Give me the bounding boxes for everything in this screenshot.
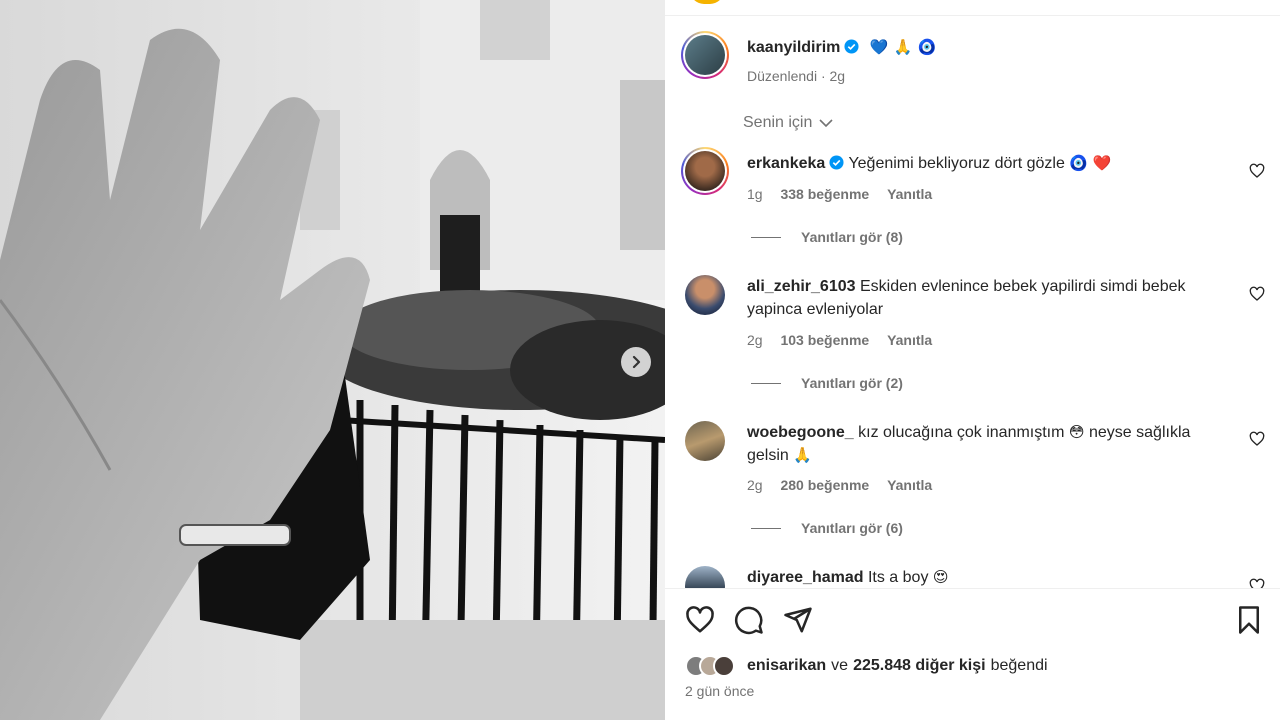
edited-label: Düzenlendi · 2g — [747, 68, 846, 84]
verified-badge-icon — [829, 155, 844, 170]
comment-emojis: 🧿 ❤️ — [1069, 154, 1112, 172]
comment-likes[interactable]: 338 beğenme — [780, 186, 869, 202]
author-avatar[interactable] — [681, 31, 729, 79]
comments-filter-dropdown[interactable]: Senin için — [743, 114, 834, 132]
comment-likes[interactable]: 103 beğenme — [780, 332, 869, 348]
comment-time: 2g — [747, 477, 763, 493]
comment-likes[interactable]: 280 beğenme — [780, 477, 869, 493]
post-timestamp[interactable]: 2 gün önce — [685, 683, 754, 699]
comment-text: kız olucağına çok inanmıştım — [858, 424, 1065, 441]
view-replies-label: Yanıtları gör (6) — [801, 520, 903, 536]
view-replies-button[interactable]: Yanıtları gör (6) — [751, 520, 903, 536]
comment-username[interactable]: ali_zehir_6103 — [747, 278, 856, 295]
verified-badge-icon — [844, 39, 859, 54]
comment-time: 2g — [747, 332, 763, 348]
likes-connector: ve — [831, 657, 849, 674]
heart-icon[interactable] — [1249, 431, 1265, 447]
comment-stats: 1g 338 beğenme Yanıtla — [747, 186, 946, 202]
reply-button[interactable]: Yanıtla — [887, 186, 932, 202]
comments-filter-label: Senin için — [743, 114, 813, 131]
next-photo-button[interactable] — [621, 347, 651, 377]
author-username[interactable]: kaanyildirim 💙 🙏 🧿 — [747, 38, 936, 57]
likes-count[interactable]: 225.848 diğer kişi — [853, 657, 986, 675]
heart-icon[interactable] — [1249, 286, 1265, 302]
author-username-text[interactable]: kaanyildirim — [747, 39, 840, 56]
comment-partial: diyaree_hamad Its a boy 😍 — [665, 560, 1280, 588]
comment-body: woebegoone_ kız olucağına çok inanmıştım… — [747, 421, 1227, 467]
actions-divider — [665, 588, 1280, 589]
comment-stats: 2g 103 beğenme Yanıtla — [747, 332, 946, 348]
replies-divider-line — [751, 527, 781, 529]
comment-body: erkankeka Yeğenimi bekliyoruz dört gözle… — [747, 152, 1227, 175]
likes-summary: enisarikan ve 225.848 diğer kişi beğendi — [685, 655, 1048, 677]
view-replies-label: Yanıtları gör (2) — [801, 375, 903, 391]
comment-emojis: 😍 — [932, 568, 949, 586]
comment-username[interactable]: diyaree_hamad — [747, 569, 864, 586]
chevron-down-icon — [819, 119, 833, 128]
comment-username[interactable]: woebegoone_ — [747, 424, 854, 441]
replies-divider-line — [751, 236, 781, 238]
reply-button[interactable]: Yanıtla — [887, 477, 932, 493]
bookmark-icon[interactable] — [1234, 605, 1264, 635]
heart-icon[interactable] — [1249, 578, 1265, 588]
top-divider — [665, 15, 1280, 16]
post-photo[interactable] — [0, 0, 665, 720]
comment-emojis: 😳 — [1068, 423, 1085, 441]
view-replies-label: Yanıtları gör (8) — [801, 229, 903, 245]
comment-avatar[interactable] — [681, 147, 729, 195]
liker-username[interactable]: enisarikan — [747, 657, 826, 675]
heart-icon[interactable] — [685, 605, 715, 635]
comment-time: 1g — [747, 186, 763, 202]
replies-divider-line — [751, 382, 781, 384]
liker-avatar — [713, 655, 735, 677]
heart-icon[interactable] — [1249, 163, 1265, 179]
liker-avatars[interactable] — [685, 655, 735, 677]
comment-avatar[interactable] — [685, 566, 725, 588]
comment-emojis-continued: 🙏 — [793, 446, 812, 464]
comment-stats: 2g 280 beğenme Yanıtla — [747, 477, 946, 493]
chevron-right-icon — [632, 355, 641, 369]
author-emojis: 💙 🙏 🧿 — [869, 38, 937, 56]
comment-body: diyaree_hamad Its a boy 😍 — [747, 566, 1227, 588]
view-replies-button[interactable]: Yanıtları gör (2) — [751, 375, 903, 391]
reply-button[interactable]: Yanıtla — [887, 332, 932, 348]
view-replies-button[interactable]: Yanıtları gör (8) — [751, 229, 903, 245]
comment-text: Its a boy — [867, 569, 929, 586]
comment-username[interactable]: erkankeka — [747, 155, 825, 172]
likes-suffix: beğendi — [990, 657, 1048, 674]
comment-avatar[interactable] — [685, 421, 725, 461]
comment-avatar[interactable] — [685, 275, 725, 315]
comment-body: ali_zehir_6103 Eskiden evlenince bebek y… — [747, 275, 1222, 321]
comment-icon[interactable] — [734, 605, 764, 635]
comment-text: Yeğenimi bekliyoruz dört gözle — [848, 155, 1065, 172]
share-icon[interactable] — [783, 605, 813, 635]
